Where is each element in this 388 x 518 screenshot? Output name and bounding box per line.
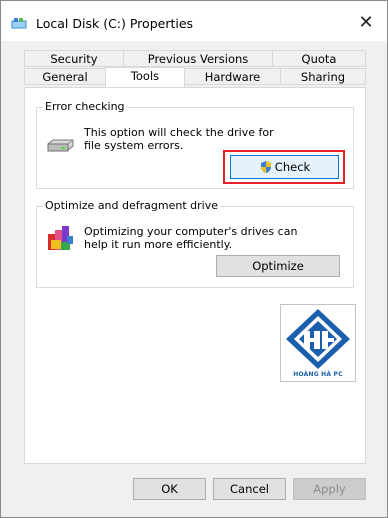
- optimize-description: Optimizing your computer's drives can he…: [84, 225, 298, 251]
- properties-window: Local Disk (C:) Properties ✕ Security Pr…: [0, 0, 388, 518]
- tab-label: Quota: [301, 52, 337, 66]
- tab-label: Previous Versions: [147, 52, 249, 66]
- tab-label: Hardware: [204, 70, 261, 84]
- cancel-button-label: Cancel: [230, 482, 269, 496]
- title-bar[interactable]: Local Disk (C:) Properties ✕: [1, 1, 387, 41]
- check-button-label: Check: [274, 160, 311, 174]
- watermark-caption: HOÀNG HÀ PC: [293, 371, 343, 378]
- ok-button-label: OK: [161, 482, 178, 496]
- tab-label: Sharing: [300, 70, 346, 84]
- apply-button[interactable]: Apply: [293, 478, 366, 500]
- close-button[interactable]: ✕: [353, 13, 379, 35]
- check-button[interactable]: Check: [230, 155, 339, 179]
- optimize-button-label: Optimize: [252, 259, 304, 273]
- error-checking-label: Error checking: [43, 100, 127, 113]
- window-title: Local Disk (C:) Properties: [36, 16, 194, 31]
- optimize-label: Optimize and defragment drive: [43, 199, 220, 212]
- tab-tools[interactable]: Tools: [105, 67, 185, 87]
- ok-button[interactable]: OK: [133, 478, 206, 500]
- cancel-button[interactable]: Cancel: [213, 478, 286, 500]
- error-checking-description: This option will check the drive for fil…: [84, 126, 274, 152]
- tab-previous-versions[interactable]: Previous Versions: [123, 50, 273, 67]
- defrag-icon: [48, 226, 73, 250]
- tab-label: General: [42, 70, 88, 84]
- watermark-logo: HOÀNG HÀ PC: [280, 304, 356, 382]
- drive-title-icon: [11, 18, 27, 29]
- optimize-button[interactable]: Optimize: [216, 255, 340, 277]
- tab-security[interactable]: Security: [24, 50, 124, 67]
- apply-button-label: Apply: [313, 482, 346, 496]
- uac-shield-icon: [260, 161, 271, 173]
- tab-label: Tools: [130, 69, 160, 83]
- tab-sharing[interactable]: Sharing: [280, 68, 366, 85]
- hoang-ha-logo-icon: [286, 309, 350, 369]
- drive-icon: [47, 139, 74, 152]
- close-icon: ✕: [358, 12, 374, 33]
- tab-general[interactable]: General: [24, 68, 106, 85]
- tab-hardware[interactable]: Hardware: [184, 68, 281, 85]
- tab-label: Security: [50, 52, 98, 66]
- tab-quota[interactable]: Quota: [272, 50, 366, 67]
